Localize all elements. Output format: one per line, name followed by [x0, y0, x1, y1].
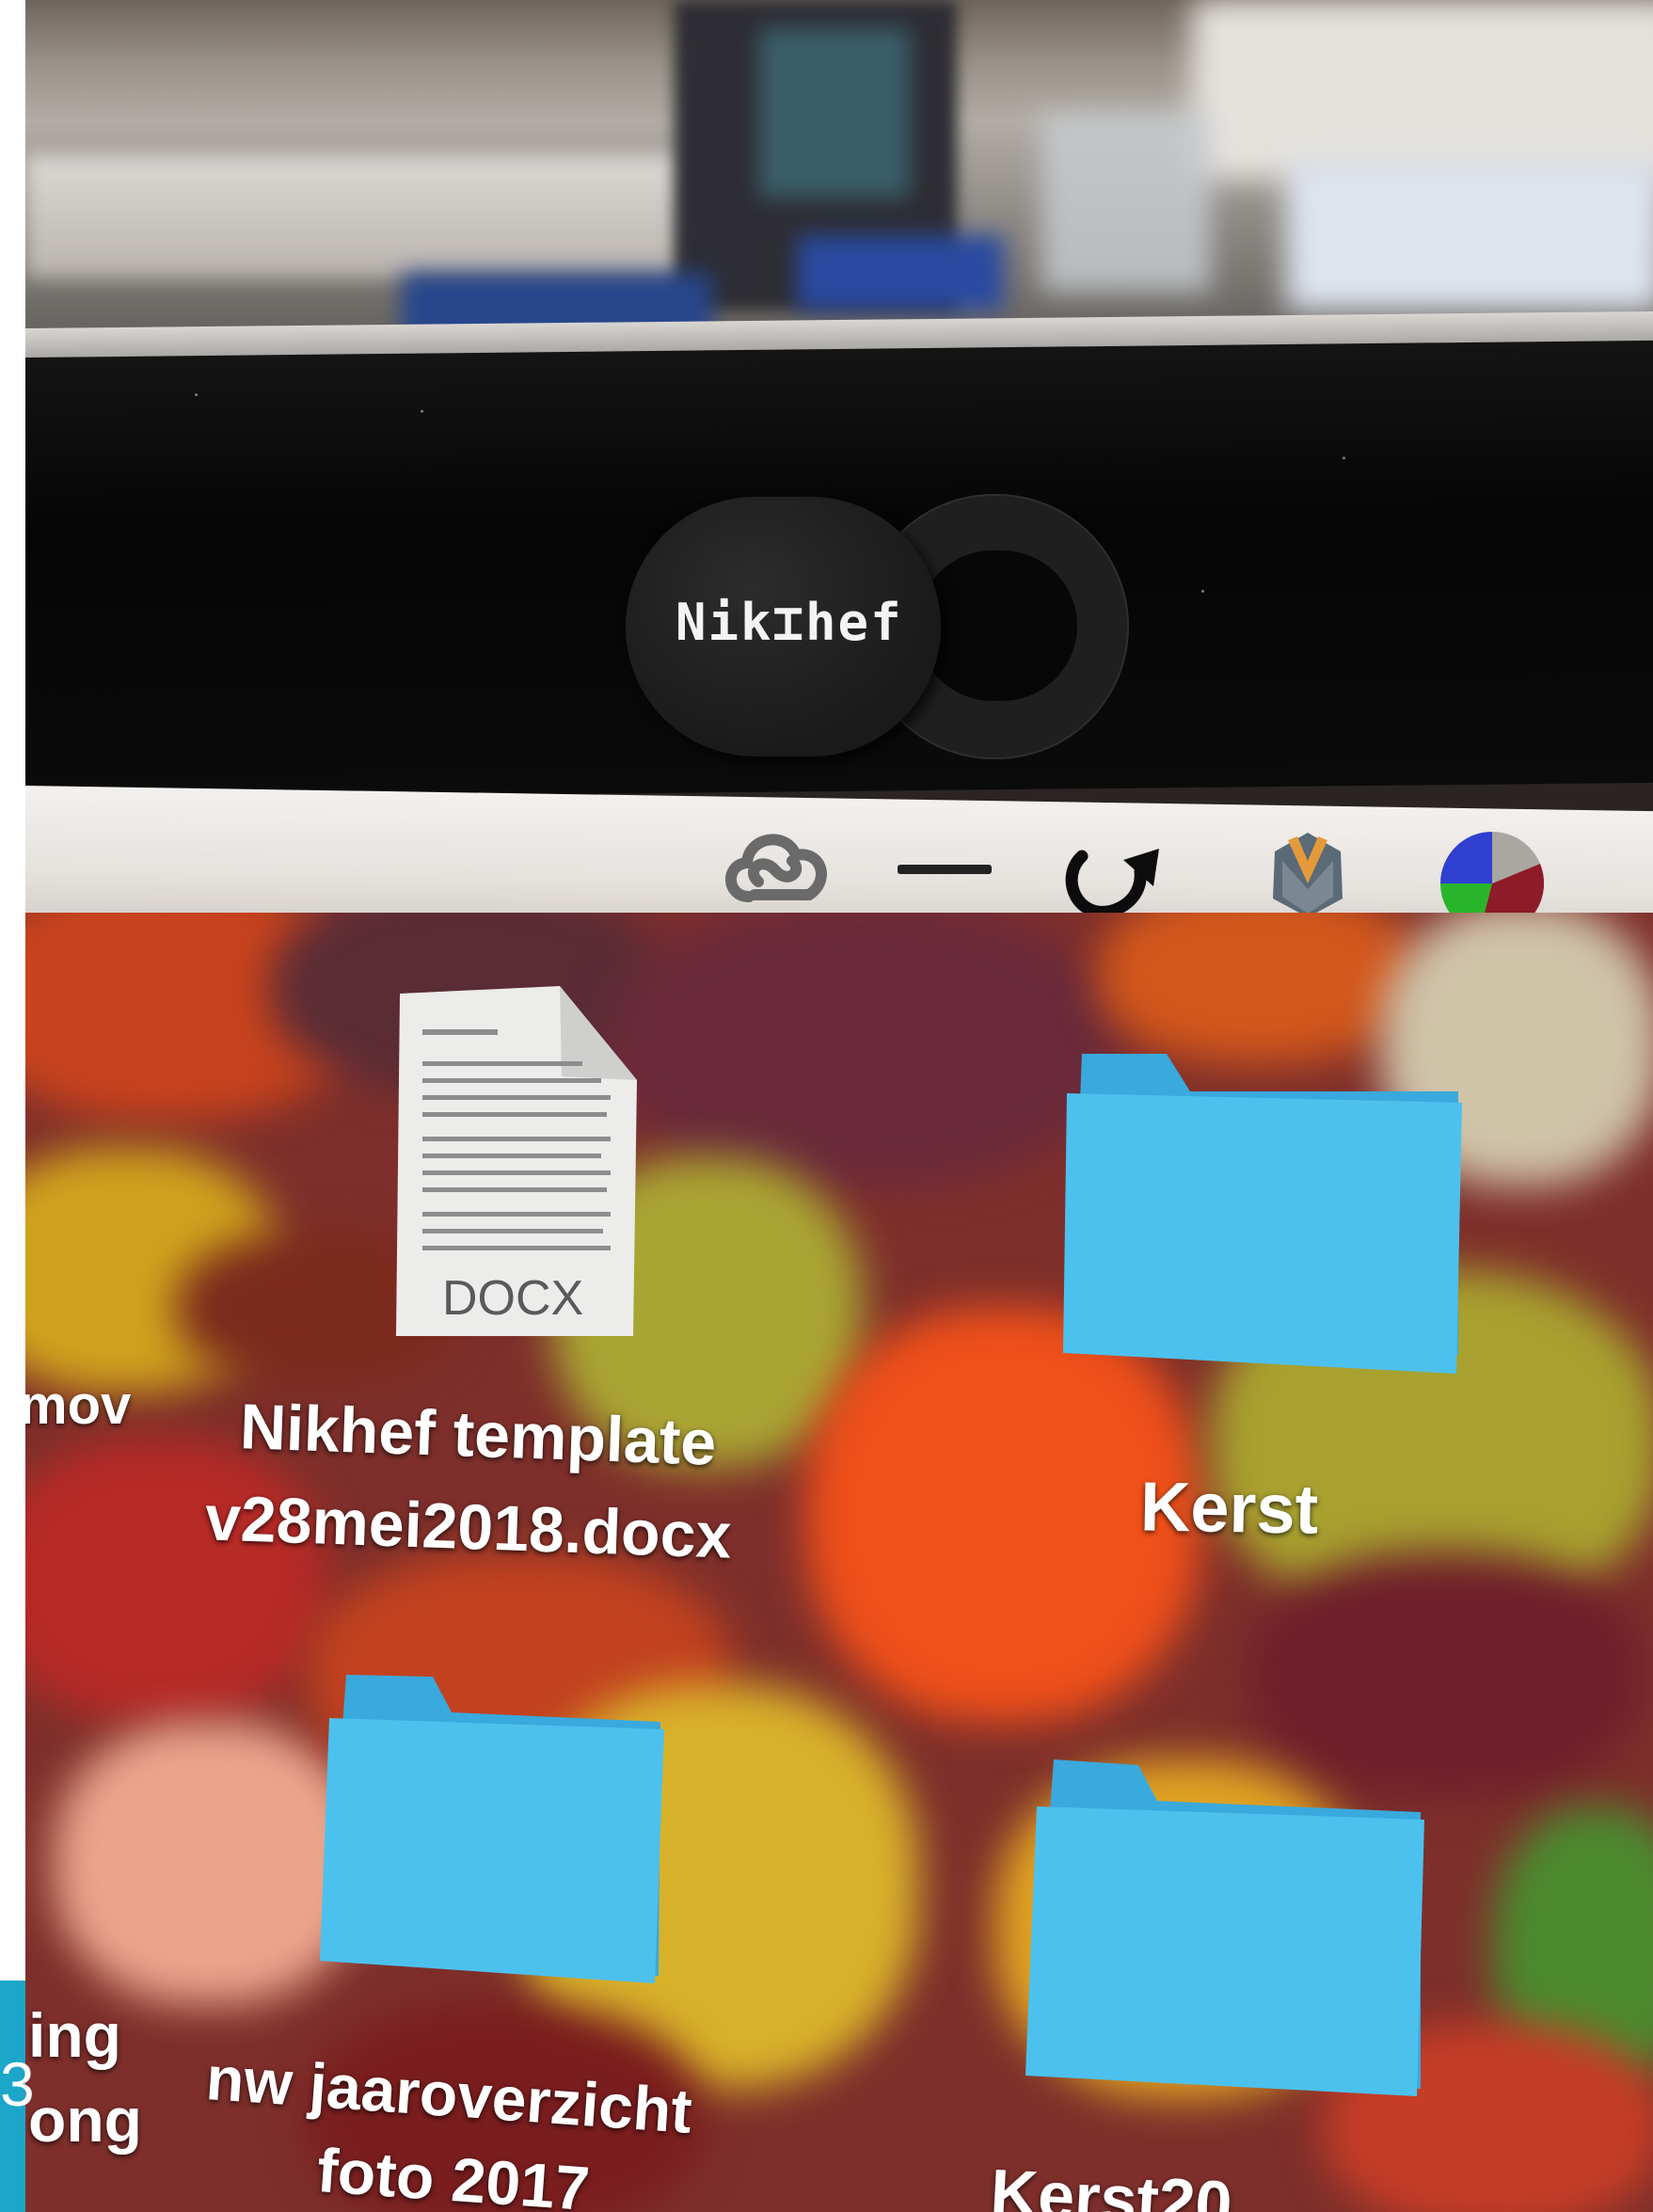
corner-badge-digit: 3: [0, 2049, 35, 2119]
minus-icon[interactable]: [894, 856, 997, 884]
folder-label-kerst: Kerst: [1139, 1467, 1319, 1549]
partial-file-label-ong: ong: [28, 2085, 142, 2155]
folder-icon-kerst[interactable]: [1063, 1054, 1468, 1383]
partial-file-label-ing: ing: [28, 2000, 121, 2070]
partial-file-label-mov: mov: [19, 1375, 132, 1436]
folder-icon-jaaroverzicht[interactable]: [320, 1675, 668, 1990]
creative-cloud-icon[interactable]: [717, 823, 835, 914]
folder-icon-kerst20[interactable]: [1025, 1759, 1430, 2103]
left-edge-strip: [0, 0, 25, 2212]
docx-icon-type-label: DOCX: [442, 1271, 584, 1326]
app-shield-icon[interactable]: [1256, 823, 1359, 927]
background-room: [25, 0, 1653, 358]
photo: Nik⌶hef DOCX mov Nikhef template v28mei2…: [0, 0, 1653, 2212]
webcam-lens-hole: [917, 550, 1077, 701]
nikhef-logo: Nik⌶hef: [676, 593, 903, 652]
